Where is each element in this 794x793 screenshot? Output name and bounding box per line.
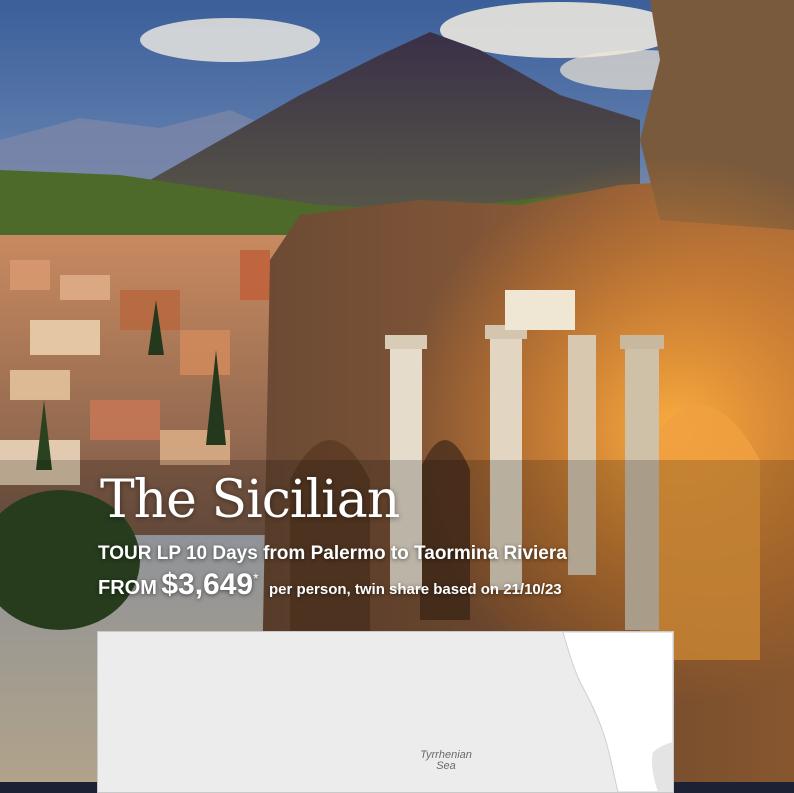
price-note: per person, twin share based on 21/10/23: [269, 581, 562, 598]
price-prefix: FROM: [98, 577, 157, 599]
price-line: FROM $3,649* per person, twin share base…: [98, 568, 562, 602]
tour-title: The Sicilian: [100, 470, 400, 530]
tour-map[interactable]: Tyrrhenian Sea: [97, 631, 674, 793]
map-sea-label: Tyrrhenian Sea: [416, 750, 476, 772]
tour-subtitle: TOUR LP 10 Days from Palermo to Taormina…: [98, 543, 567, 564]
price-asterisk: *: [253, 570, 259, 586]
map-coastline: [562, 632, 673, 792]
price-amount: $3,649: [161, 568, 254, 601]
sea-label-line2: Sea: [436, 760, 456, 772]
